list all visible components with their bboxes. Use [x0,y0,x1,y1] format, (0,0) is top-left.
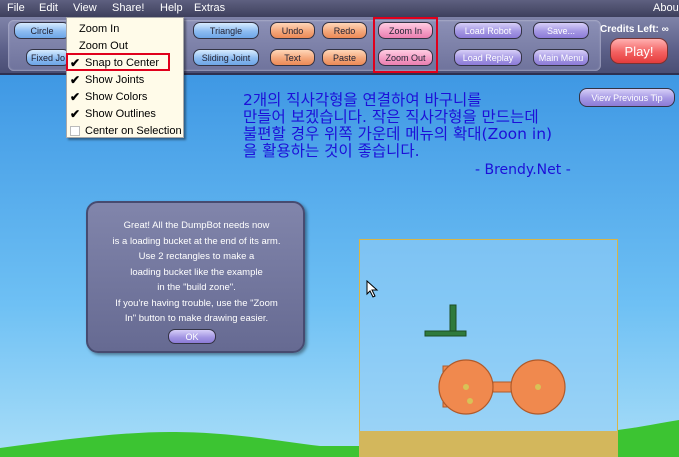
load-robot-button[interactable]: Load Robot [454,22,522,39]
menu-help[interactable]: Help [160,2,183,14]
korean-tip-line: 만들어 보겠습니다. 작은 직사각형을 만드는데 [243,108,539,126]
robot-wheel-left[interactable] [438,359,494,415]
load-replay-button[interactable]: Load Replay [454,49,522,66]
checkmark-icon: ✔ [70,72,81,87]
menu-item-label: Center on Selection [85,124,182,137]
zoom-buttons-highlight [373,17,438,73]
menu-about[interactable]: Abou [653,2,679,14]
view-previous-tip-button[interactable]: View Previous Tip [579,88,675,107]
checkmark-icon: ✔ [70,106,81,121]
redo-button[interactable]: Redo [322,22,367,39]
message-line: Great! All the DumpBot needs now [123,220,270,231]
paste-button[interactable]: Paste [322,49,367,66]
view-dropdown-menu: Zoom In Zoom Out ✔ Snap to Center ✔ Show… [66,17,184,138]
view-menu-show-joints[interactable]: ✔ Show Joints [67,71,185,88]
view-menu-show-colors[interactable]: ✔ Show Colors [67,88,185,105]
menu-share[interactable]: Share! [112,2,144,14]
message-line: If you're having trouble, use the "Zoom [115,297,278,309]
message-line: is a loading bucket at the end of its ar… [112,235,281,247]
snap-to-center-highlight [66,53,170,71]
korean-tip-signature: - Brendy.Net - [475,162,571,178]
checkmark-icon: ✔ [70,89,81,104]
menu-view[interactable]: View [73,2,97,14]
korean-tip-line: 2개의 직사각형을 연결하여 바구니를 [243,91,482,109]
main-menu-button[interactable]: Main Menu [533,49,589,66]
robot-wheel-right[interactable] [510,359,566,415]
message-line: loading bucket like the example [130,266,263,278]
menu-item-label: Show Colors [85,90,148,103]
message-line: In" button to make drawing easier. [124,313,269,324]
view-menu-show-outlines[interactable]: ✔ Show Outlines [67,105,185,122]
menu-item-label: Zoom In [79,22,120,35]
robot-arm-piece[interactable] [424,304,467,337]
save-button[interactable]: Save... [533,22,589,39]
menu-file[interactable]: File [7,2,25,14]
tutorial-message-box: Great! All the DumpBot needs now is a lo… [86,201,305,353]
arrow-cursor-icon [366,280,379,298]
credits-left: Credits Left: ∞ [600,24,669,35]
view-menu-center-on-selection[interactable]: Center on Selection [67,122,185,139]
checkbox-icon [70,125,80,136]
message-text: Great! All the DumpBot needs now is a lo… [94,218,299,327]
sliding-joint-button[interactable]: Sliding Joint [193,49,259,66]
view-menu-zoom-out[interactable]: Zoom Out [67,37,185,54]
fixed-joint-button[interactable]: Fixed Jo [26,49,70,66]
korean-tip-line: 을 활용하는 것이 좋습니다. [243,142,420,160]
ok-button[interactable]: OK [168,329,216,344]
view-menu-zoom-in[interactable]: Zoom In [67,20,185,37]
menu-bar: File Edit View Share! Help Extras Abou [0,0,679,17]
korean-tip-text: 2개의 직사각형을 연결하여 바구니를 만들어 보겠습니다. 작은 직사각형을 … [243,92,552,160]
text-button[interactable]: Text [270,49,315,66]
menu-item-label: Show Joints [85,73,145,86]
menu-extras[interactable]: Extras [194,2,225,14]
message-line: Use 2 rectangles to make a [138,251,255,262]
menu-edit[interactable]: Edit [39,2,58,14]
message-line: in the "build zone". [157,282,236,293]
korean-tip-line: 불편할 경우 위쪽 가운데 메뉴의 확대(Zoon in) [243,125,553,143]
triangle-button[interactable]: Triangle [193,22,259,39]
undo-button[interactable]: Undo [270,22,315,39]
circle-button[interactable]: Circle [14,22,70,39]
menu-item-label: Show Outlines [85,107,156,120]
play-button[interactable]: Play! [610,38,668,64]
menu-item-label: Zoom Out [79,39,128,52]
